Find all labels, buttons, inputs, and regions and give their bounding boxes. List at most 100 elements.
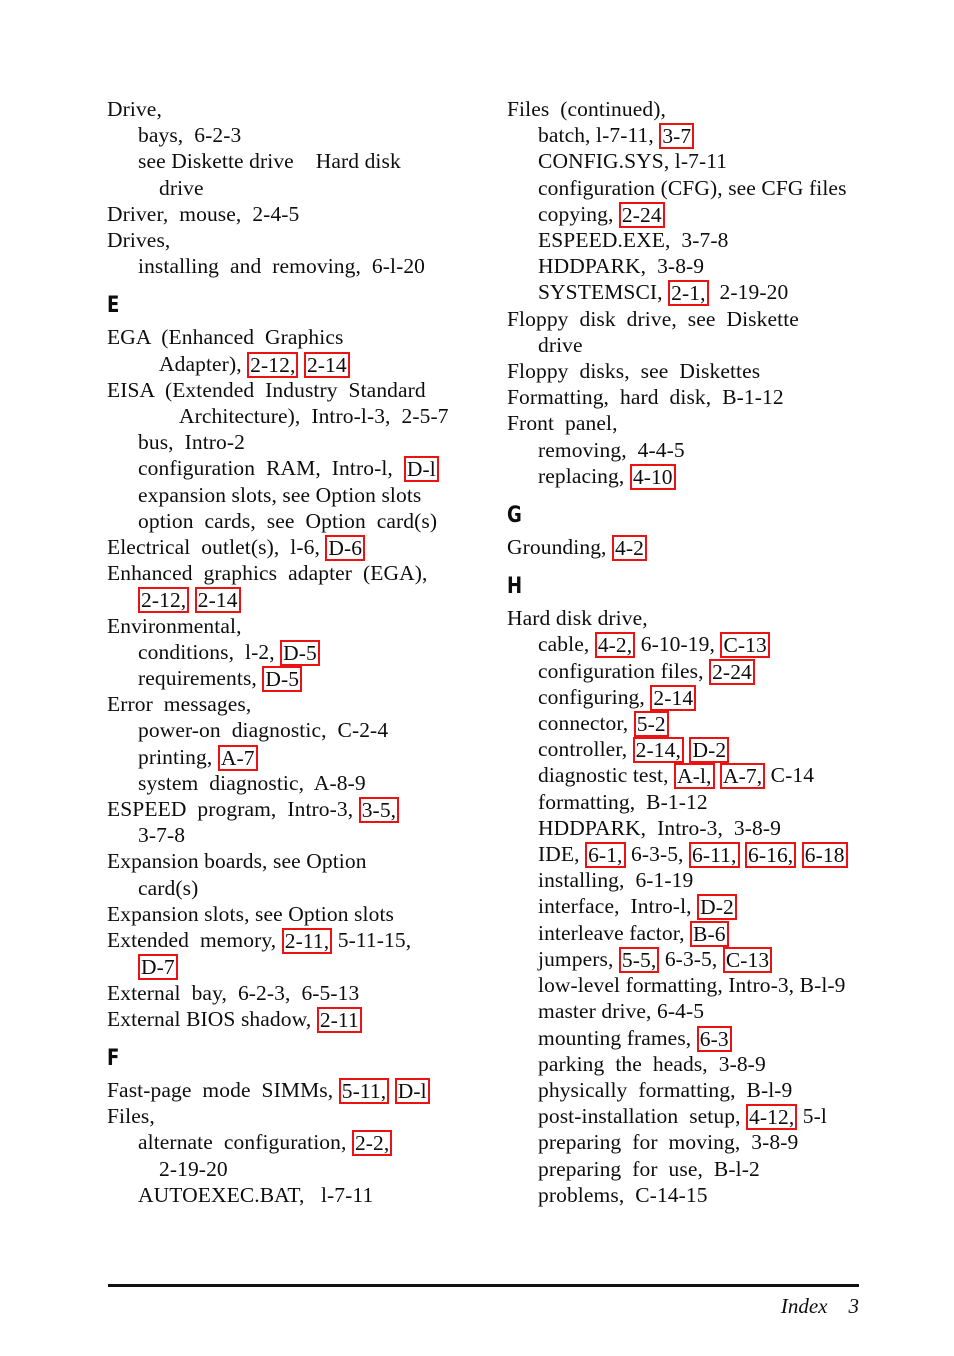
entry-text: HDDPARK, Intro-3, 3-8-9: [538, 815, 781, 840]
page-reference-highlight[interactable]: 4-2: [612, 535, 647, 562]
page-reference-highlight[interactable]: 2-24: [618, 201, 665, 228]
entry-text: Expansion slots, see Option slots: [107, 901, 394, 926]
page-reference-highlight[interactable]: 2-1,: [668, 280, 709, 307]
page-reference-highlight[interactable]: 6-3: [696, 1025, 732, 1052]
entry-text: low-level formatting, Intro-3, B-l-9: [538, 973, 846, 998]
page-reference-highlight[interactable]: B-6: [690, 920, 729, 947]
section-letter-f: F: [107, 1045, 120, 1071]
index-entry-line: SYSTEMSCI, 2-1, 2-19-20: [507, 279, 907, 307]
index-entry-line: mounting frames, 6-3: [507, 1025, 907, 1052]
page-reference-highlight[interactable]: 6-1,: [585, 842, 626, 869]
index-entry-line: preparing for use, B-l-2: [507, 1156, 907, 1182]
section-letter-g: G: [507, 503, 522, 529]
index-entry-line: EGA (Enhanced Graphics: [107, 324, 507, 350]
left-column: Drive, bays, 6-2-3 see Diskette drive Hard…: [107, 96, 507, 1208]
index-entry-line: drive: [507, 332, 907, 358]
page-reference-highlight[interactable]: 2-14: [303, 351, 350, 378]
page-reference-highlight[interactable]: 2-24: [709, 658, 755, 685]
index-entry-line: HDDPARK, Intro-3, 3-8-9: [507, 815, 907, 841]
page-reference-highlight[interactable]: C-13: [722, 946, 773, 973]
page-reference-highlight[interactable]: D-2: [689, 737, 730, 764]
page-reference-highlight[interactable]: 2-14: [650, 684, 697, 711]
page-reference-highlight[interactable]: 2-2,: [351, 1130, 393, 1157]
page-reference-highlight[interactable]: 4-10: [629, 463, 676, 490]
index-entry-line: replacing, 4-10: [507, 463, 907, 490]
index-entry-line: power-on diagnostic, C-2-4: [107, 717, 507, 743]
entry-text: installing, 6-1-19: [538, 868, 694, 893]
index-entry-line: expansion slots, see Option slots: [107, 482, 507, 508]
page-reference-highlight[interactable]: 5-5,: [618, 946, 660, 973]
index-entry-line: Electrical outlet(s), l-6, D-6: [107, 534, 507, 562]
page-reference-highlight[interactable]: 2-12,: [247, 351, 299, 378]
entry-text: External BIOS shadow,: [107, 1006, 317, 1031]
page-reference-highlight[interactable]: A-7: [217, 744, 258, 771]
page-reference-highlight[interactable]: D-l: [394, 1077, 430, 1104]
index-entry-line: Formatting, hard disk, B-1-12: [507, 384, 907, 410]
entry-text: CONFIG.SYS, l-7-11: [538, 149, 728, 174]
entry-text: drive: [538, 332, 583, 357]
index-entry-line: Driver, mouse, 2-4-5: [107, 201, 507, 227]
index-entry-line: configuration RAM, Intro-l, D-l: [107, 455, 507, 483]
entry-text: EISA (Extended Industry Standard: [107, 377, 426, 402]
page-reference-highlight[interactable]: A-l,: [674, 763, 715, 790]
entry-text: Hard disk drive,: [507, 606, 648, 631]
entry-text: 6-10-19,: [635, 632, 721, 657]
entry-text: configuration (CFG), see CFG files: [538, 175, 847, 200]
entry-text: External bay, 6-2-3, 6-5-13: [107, 980, 360, 1005]
page-reference-highlight[interactable]: D-7: [138, 954, 178, 981]
entry-text: connector,: [538, 711, 634, 736]
page-reference-highlight[interactable]: 6-11,: [689, 842, 740, 869]
index-entry-line: Architecture), Intro-l-3, 2-5-7: [107, 403, 507, 429]
index-entry-line: parking the heads, 3-8-9: [507, 1051, 907, 1077]
index-entry-line: interface, Intro-l, D-2: [507, 893, 907, 921]
page-reference-highlight[interactable]: D-6: [325, 535, 366, 562]
index-entry-line: Extended memory, 2-11, 5-11-15,: [107, 927, 507, 955]
page-reference-highlight[interactable]: 6-16,: [745, 842, 797, 869]
entry-text: requirements,: [138, 666, 263, 691]
index-entry-line: removing, 4-4-5: [507, 437, 907, 463]
page-reference-highlight[interactable]: 3-7: [659, 123, 695, 150]
index-entry-line: configuration files, 2-24: [507, 658, 907, 685]
page-reference-highlight[interactable]: 4-12,: [746, 1104, 798, 1131]
page-reference-highlight[interactable]: 4-2,: [594, 632, 636, 659]
page-reference-highlight[interactable]: A-7,: [719, 763, 766, 790]
page-reference-highlight[interactable]: D-5: [262, 666, 303, 693]
page-reference-highlight[interactable]: D-l: [403, 456, 439, 483]
index-entry-line: Floppy disks, see Diskettes: [507, 358, 907, 384]
page-reference-highlight[interactable]: 2-14,: [632, 737, 684, 764]
entry-text: copying,: [538, 201, 619, 226]
index-entry-line: Files (continued),: [507, 96, 907, 122]
page-reference-highlight[interactable]: C-13: [720, 632, 770, 659]
footer-page-number: 3: [848, 1294, 860, 1318]
entry-text: configuration RAM, Intro-l,: [138, 456, 404, 481]
index-entry-line: option cards, see Option card(s): [107, 508, 507, 534]
footer: Index 3: [108, 1294, 859, 1319]
section-letter-e: E: [107, 293, 120, 319]
page-reference-highlight[interactable]: 5-11,: [338, 1077, 390, 1104]
page-reference-highlight[interactable]: 2-11: [316, 1006, 362, 1033]
entry-text: expansion slots, see Option slots: [138, 482, 422, 507]
page-reference-highlight[interactable]: 3-5,: [358, 797, 400, 824]
page-reference-highlight[interactable]: 2-12,: [138, 587, 190, 614]
page-reference-highlight[interactable]: D-2: [697, 894, 737, 921]
index-entry-line: D-7: [107, 953, 507, 981]
index-entry-line: Grounding, 4-2: [507, 534, 907, 562]
entry-text: IDE,: [538, 842, 586, 867]
entry-text: 6-3-5,: [625, 842, 690, 867]
entry-text: Enhanced graphics adapter (EGA),: [107, 561, 428, 586]
entry-text: 2-19-20: [159, 1156, 228, 1181]
entry-text: mounting frames,: [538, 1025, 697, 1050]
page-reference-highlight[interactable]: D-5: [280, 639, 320, 666]
page-reference-highlight[interactable]: 2-14: [194, 587, 241, 614]
index-entry-line: interleave factor, B-6: [507, 920, 907, 947]
page-reference-highlight[interactable]: 2-11,: [281, 928, 333, 955]
entry-text: diagnostic test,: [538, 763, 675, 788]
index-entry-line: HDDPARK, 3-8-9: [507, 253, 907, 279]
page-reference-highlight[interactable]: 6-18: [801, 842, 848, 869]
page-reference-highlight[interactable]: 5-2: [633, 711, 669, 738]
entry-text: problems, C-14-15: [538, 1182, 708, 1207]
index-entry-line: cable, 4-2, 6-10-19, C-13: [507, 631, 907, 659]
entry-text: alternate configuration,: [138, 1130, 352, 1155]
index-entry-line: EISA (Extended Industry Standard: [107, 377, 507, 403]
index-entry-line: Hard disk drive,: [507, 605, 907, 631]
